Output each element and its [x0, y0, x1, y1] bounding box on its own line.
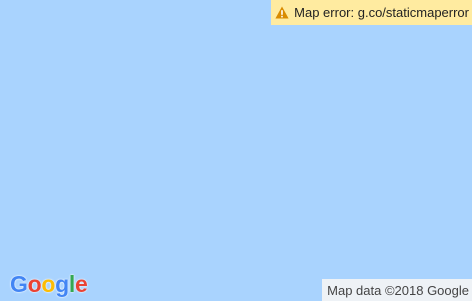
google-logo-letter: e: [74, 271, 88, 297]
map-error-text: Map error: g.co/staticmaperror: [294, 5, 469, 20]
google-logo-letter: g: [55, 271, 69, 297]
google-logo-letter: G: [10, 271, 28, 297]
map-attribution: Map data ©2018 Google: [322, 279, 472, 301]
google-logo-letter: o: [41, 271, 56, 297]
google-logo[interactable]: Google: [10, 271, 88, 297]
warning-icon: [275, 6, 289, 19]
google-logo-letter: o: [27, 271, 42, 297]
static-map: Map error: g.co/staticmaperror Google Ma…: [0, 0, 472, 301]
map-error-banner: Map error: g.co/staticmaperror: [271, 0, 472, 25]
attribution-text: Map data ©2018 Google: [327, 282, 469, 298]
